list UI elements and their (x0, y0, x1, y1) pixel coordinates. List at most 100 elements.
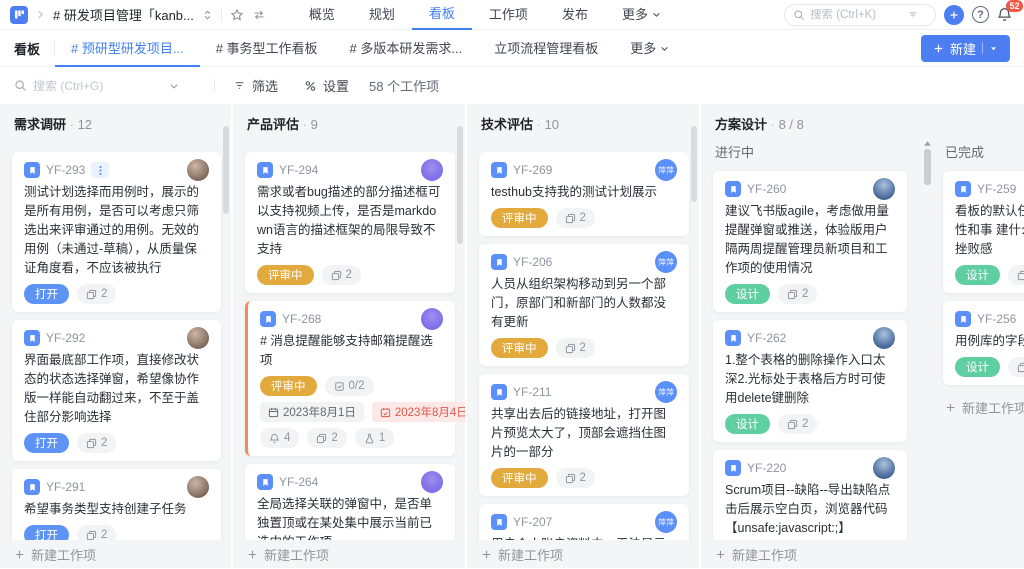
card-title[interactable]: 需求或者bug描述的部分描述框可以支持视频上传，是否是markdown语言的描述… (257, 183, 443, 259)
card-id[interactable]: YF-206 (513, 255, 552, 269)
column-scrollbar[interactable] (457, 126, 463, 244)
card-title[interactable]: 用例库的字段类型 (955, 332, 1024, 351)
kanban-card[interactable]: YF-256 用例库的字段类型 设计 2 (943, 301, 1024, 385)
card-title[interactable]: 共享出去后的链接地址，打开图片预览太大了，顶部会遮挡住图片的一部分 (491, 405, 677, 462)
copies-badge[interactable]: 2 (778, 284, 818, 304)
avatar[interactable] (421, 159, 443, 181)
card-id[interactable]: YF-259 (977, 182, 1016, 196)
search-filter-icon[interactable] (907, 10, 919, 20)
notifications-bell[interactable]: 52 (997, 0, 1023, 24)
global-search[interactable] (784, 3, 936, 26)
column-scrollbar[interactable] (691, 126, 697, 202)
board-tab-multiversion[interactable]: # 多版本研发需求... (334, 30, 479, 67)
status-pill[interactable]: 设计 (725, 284, 770, 304)
status-pill[interactable]: 设计 (955, 265, 1000, 285)
status-pill[interactable]: 评审中 (491, 208, 548, 228)
swap-views-icon[interactable] (252, 9, 266, 21)
status-pill[interactable]: 打开 (24, 433, 69, 453)
avatar[interactable]: 萍萍 (655, 381, 677, 403)
card-id[interactable]: YF-264 (279, 475, 318, 489)
board-search[interactable] (14, 78, 204, 93)
column-scrollbar[interactable] (223, 126, 229, 214)
avatar[interactable] (873, 178, 895, 200)
card-id[interactable]: YF-269 (513, 163, 552, 177)
board-tab-affairs[interactable]: # 事务型工作看板 (200, 30, 334, 67)
copies-badge[interactable]: 2 (77, 525, 117, 540)
card-id[interactable]: YF-220 (747, 461, 786, 475)
kanban-card[interactable]: YF-211 萍萍 共享出去后的链接地址，打开图片预览太大了，顶部会遮挡住图片的… (479, 374, 689, 496)
card-id[interactable]: YF-294 (279, 163, 318, 177)
chevron-down-icon[interactable] (169, 81, 179, 91)
create-new-icon[interactable] (944, 4, 964, 25)
lane-scrollbar[interactable] (922, 140, 932, 185)
status-pill[interactable]: 评审中 (491, 468, 548, 488)
kanban-card[interactable]: YF-294 需求或者bug描述的部分描述框可以支持视频上传，是否是markdo… (245, 152, 455, 293)
copies-badge[interactable]: 2 (555, 338, 595, 358)
avatar[interactable] (421, 308, 443, 330)
card-id[interactable]: YF-207 (513, 515, 552, 529)
test-case-badge[interactable]: 1 (354, 428, 395, 448)
column-header[interactable]: 技术评估10 (467, 104, 699, 134)
card-id[interactable]: YF-292 (46, 331, 85, 345)
card-id[interactable]: YF-291 (46, 480, 85, 494)
card-title[interactable]: 用户个人账户资料中，无法显示部门、职位 (491, 535, 677, 540)
copies-badge[interactable]: 2 (778, 414, 818, 434)
copies-badge[interactable]: 2 (77, 433, 117, 453)
board-tab-approval-flow[interactable]: 立项流程管理看板 (478, 30, 614, 67)
avatar[interactable]: 萍萍 (655, 251, 677, 273)
kanban-card[interactable]: YF-268 # 消息提醒能够支持邮箱提醒选项 评审中 0/2 2023年8月1… (245, 301, 465, 456)
card-title[interactable]: 希望事务类型支持创建子任务 (24, 500, 209, 519)
column-header[interactable]: 方案设计8 / 8 (701, 104, 1024, 134)
due-date-badge[interactable]: 2023年8月4日 (371, 402, 465, 422)
card-id[interactable]: YF-260 (747, 182, 786, 196)
avatar[interactable] (187, 159, 209, 181)
copies-badge[interactable]: 2 (555, 208, 595, 228)
kanban-card[interactable]: YF-262 1.整个表格的删除操作入口太深2.光标处于表格后方时可使用dele… (713, 320, 907, 442)
project-switcher-icon[interactable] (202, 9, 213, 21)
nav-tab-release[interactable]: 发布 (545, 0, 605, 30)
project-title[interactable]: # 研发项目管理「kanb... (53, 5, 194, 24)
column-header[interactable]: 产品评估9 (233, 104, 465, 134)
card-more-icon[interactable] (91, 162, 110, 178)
app-logo-icon[interactable] (10, 5, 28, 24)
board-search-input[interactable] (33, 78, 163, 93)
card-id[interactable]: YF-211 (513, 385, 551, 399)
status-pill[interactable]: 打开 (24, 525, 69, 540)
copies-badge[interactable]: 2 (555, 468, 595, 488)
card-title[interactable]: 界面最底部工作项，直接修改状态的状态选择弹窗，希望像协作版一样能自动翻过来，不至… (24, 351, 209, 427)
help-icon[interactable]: ? (972, 6, 989, 23)
status-pill[interactable]: 设计 (955, 357, 1000, 377)
nav-tab-kanban[interactable]: 看板 (411, 0, 472, 30)
status-pill[interactable]: 打开 (24, 284, 69, 304)
avatar[interactable]: 萍萍 (655, 159, 677, 181)
card-title[interactable]: Scrum项目--缺陷--导出缺陷点击后展示空白页，浏览器代码【unsafe:j… (725, 481, 895, 538)
favorite-star-icon[interactable] (230, 8, 244, 22)
card-title[interactable]: testhub支持我的测试计划展示 (491, 183, 677, 202)
filter-button[interactable]: 筛选 (225, 76, 286, 95)
card-title[interactable]: 建议飞书版agile，考虑做用量提醒弹窗或推送，体验版用户隔两周提醒管理员新项目… (725, 202, 895, 278)
kanban-card[interactable]: YF-291 希望事务类型支持创建子任务 打开 2 (12, 469, 221, 540)
avatar[interactable] (873, 457, 895, 479)
card-title[interactable]: 测试计划选择而用例时，展示的是所有用例，是否可以考虑只筛选出来评审通过的用例。无… (24, 183, 209, 278)
kanban-card[interactable]: YF-293 测试计划选择而用例时，展示的是所有用例，是否可以考虑只筛选出来评审… (12, 152, 221, 312)
copies-badge[interactable]: 2 (77, 284, 117, 304)
new-work-item-button[interactable]: 新建 (920, 34, 1010, 62)
board-tab-more[interactable]: 更多 (614, 30, 685, 67)
avatar[interactable] (873, 327, 895, 349)
card-id[interactable]: YF-268 (282, 312, 321, 326)
add-work-item-button[interactable]: 新建工作项 (701, 540, 917, 568)
card-title[interactable]: 1.整个表格的删除操作入口太深2.光标处于表格后方时可使用delete键删除 (725, 351, 895, 408)
card-title[interactable]: 看板的默认任务类 示史诗、特性和事 建什么，可以让用 时的挫败感 (955, 202, 1024, 259)
card-id[interactable]: YF-293 (46, 163, 85, 177)
kanban-card[interactable]: YF-264 全局选择关联的弹窗中，是否单独置顶或在某处集中展示当前已选中的工作… (245, 464, 455, 540)
kanban-card[interactable]: YF-292 界面最底部工作项，直接修改状态的状态选择弹窗，希望像协作版一样能自… (12, 320, 221, 461)
card-title[interactable]: 人员从组织架构移动到另一个部门，原部门和新部门的人数都没有更新 (491, 275, 677, 332)
kanban-card[interactable]: YF-269 萍萍 testhub支持我的测试计划展示 评审中 2 (479, 152, 689, 236)
settings-button[interactable]: 设置 (296, 76, 357, 95)
scroll-up-icon[interactable] (923, 140, 932, 147)
checklist-badge[interactable]: 0/2 (324, 376, 374, 396)
add-work-item-button[interactable]: 新建工作项 (467, 540, 699, 568)
status-pill[interactable]: 评审中 (257, 265, 314, 285)
avatar[interactable] (421, 471, 443, 493)
avatar[interactable] (187, 476, 209, 498)
